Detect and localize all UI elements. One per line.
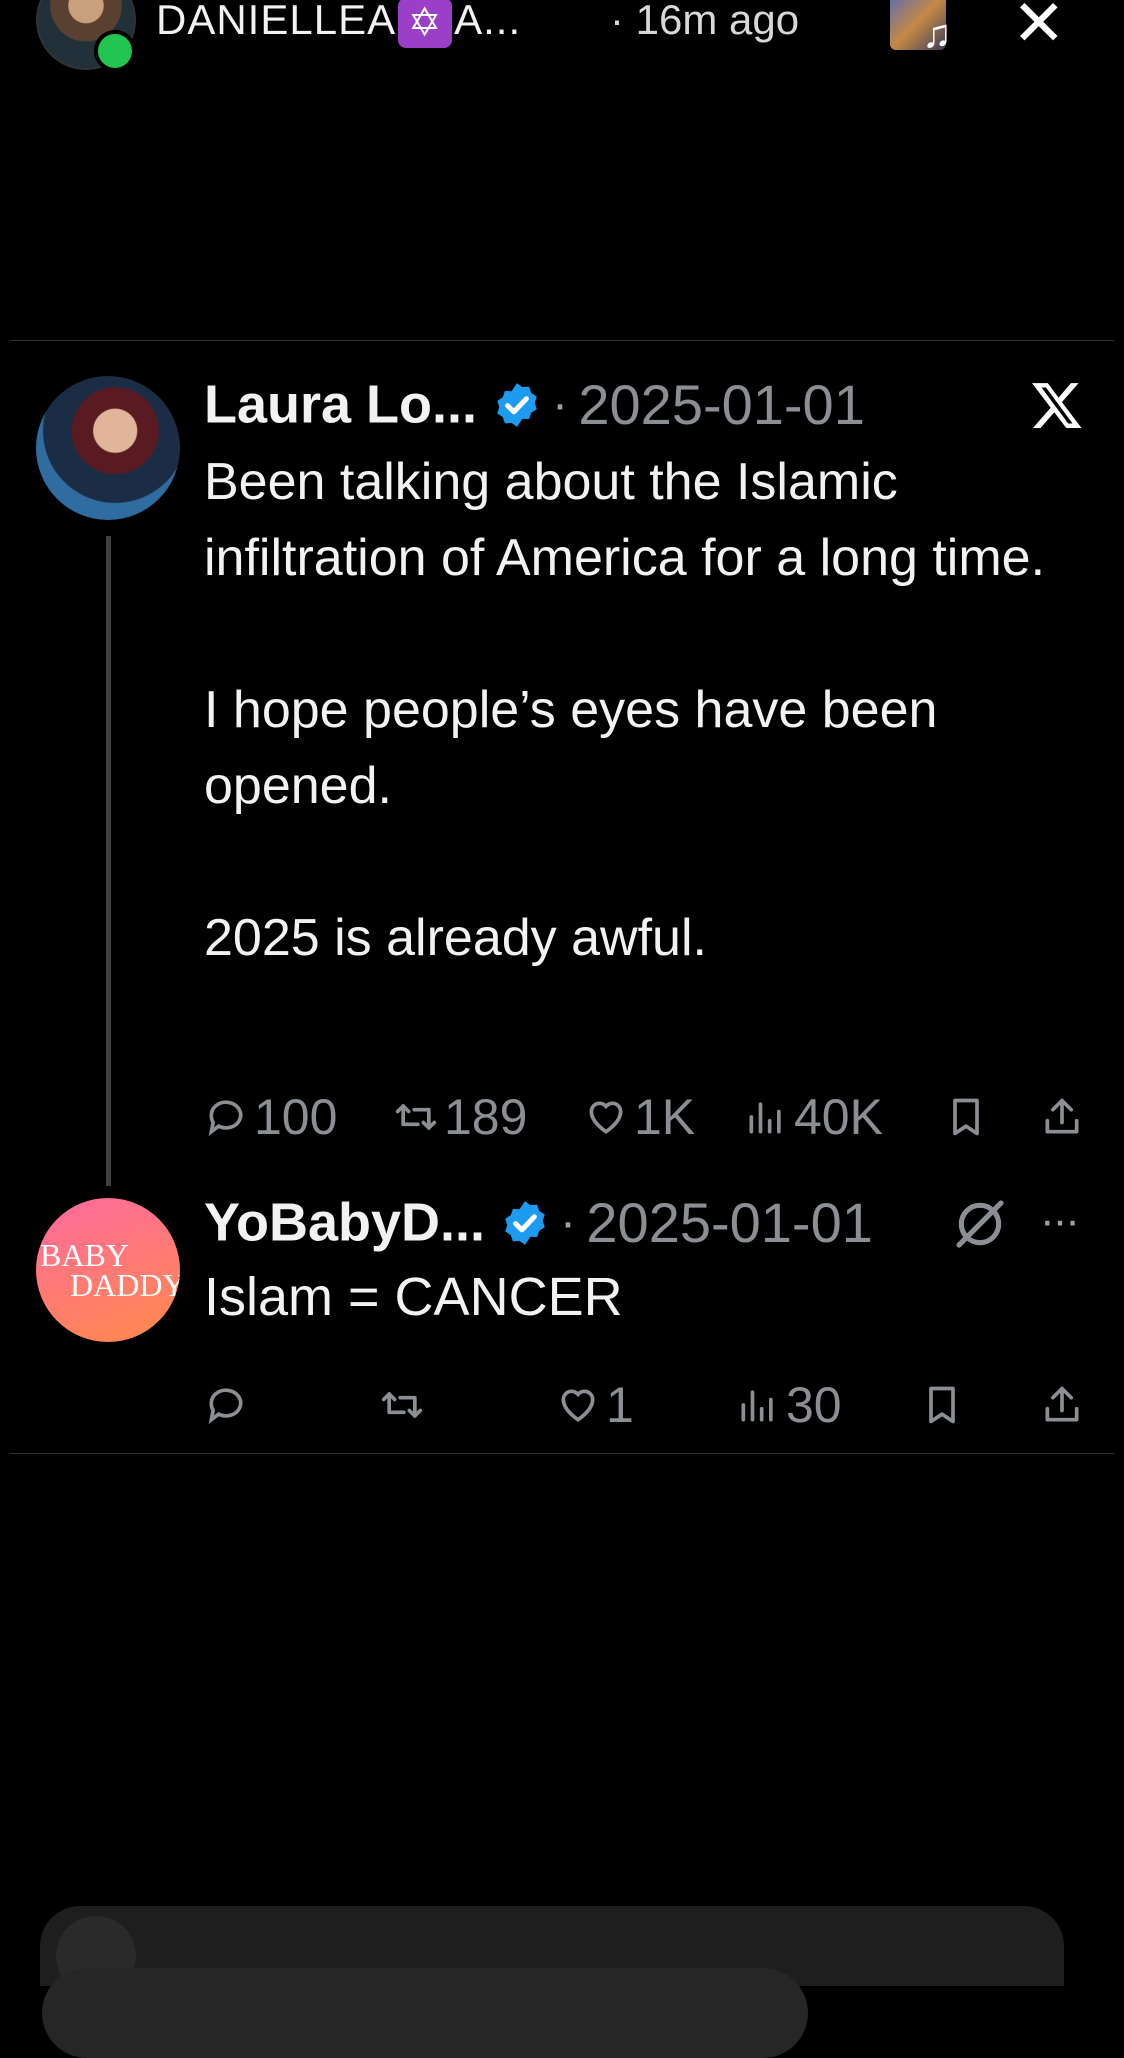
story-reply-bar[interactable] xyxy=(42,1968,808,2058)
verified-badge-icon xyxy=(504,1200,545,1245)
bookmark-icon xyxy=(929,1386,955,1424)
author-avatar[interactable] xyxy=(36,376,180,520)
star-of-david-icon: ✡ xyxy=(398,0,453,48)
reply-actions: 1 30 xyxy=(204,1370,1084,1440)
reply-author-avatar[interactable]: BABY DADDY xyxy=(36,1198,180,1342)
views-chart-icon xyxy=(749,1102,781,1134)
repost-icon xyxy=(381,1392,423,1418)
thread-line xyxy=(106,536,111,1186)
close-story-button[interactable]: ✕ xyxy=(1012,0,1066,61)
tweet-header: Laura Lo... · 2025-01-01 xyxy=(204,372,865,442)
separator-dot: · xyxy=(559,1196,576,1249)
baby-daddy-logo: BABY DADDY xyxy=(40,1237,180,1303)
author-name[interactable]: Laura Lo... xyxy=(204,375,477,435)
reply-author-name[interactable]: YoBabyD... xyxy=(204,1193,485,1253)
reply-button[interactable] xyxy=(204,1370,254,1440)
bookmark-button[interactable] xyxy=(920,1370,970,1440)
username-suffix: A... xyxy=(454,0,522,43)
verified-badge-icon xyxy=(496,382,537,427)
repost-button[interactable] xyxy=(380,1370,430,1440)
tweet-text-line: I hope people’s eyes have been opened. xyxy=(204,681,938,815)
separator-dot: · xyxy=(551,378,568,431)
share-icon xyxy=(1045,1098,1079,1134)
like-button[interactable]: 1K xyxy=(584,1082,695,1152)
reply-count: 100 xyxy=(254,1089,338,1145)
reply-icon xyxy=(208,1100,243,1137)
story-header: DANIELLEA ✡ A... · 16m ago ♫ ✕ xyxy=(0,0,1124,90)
more-options-icon[interactable]: ··· xyxy=(1040,1196,1080,1246)
repost-icon xyxy=(395,1104,437,1130)
online-status-dot xyxy=(94,30,136,72)
repost-count: 189 xyxy=(444,1089,528,1145)
views-button[interactable]: 40K xyxy=(744,1082,883,1152)
grok-icon[interactable] xyxy=(952,1196,1008,1252)
x-logo-icon[interactable] xyxy=(1030,378,1084,432)
like-count: 1 xyxy=(606,1377,634,1433)
views-button[interactable]: 30 xyxy=(736,1370,842,1440)
music-note-icon: ♫ xyxy=(922,12,952,56)
share-button[interactable] xyxy=(1040,1082,1090,1152)
like-button[interactable]: 1 xyxy=(556,1370,634,1440)
heart-icon xyxy=(561,1389,595,1422)
views-chart-icon xyxy=(741,1390,773,1422)
reply-icon xyxy=(208,1388,243,1425)
share-button[interactable] xyxy=(1040,1370,1090,1440)
like-count: 1K xyxy=(634,1089,696,1145)
username-prefix: DANIELLEA xyxy=(156,0,397,43)
heart-icon xyxy=(589,1101,623,1134)
tweet-actions: 100 189 1K 40K xyxy=(204,1082,1084,1152)
share-icon xyxy=(1045,1386,1079,1422)
views-count: 40K xyxy=(794,1089,883,1145)
bookmark-icon xyxy=(953,1098,979,1136)
bookmark-button[interactable] xyxy=(944,1082,994,1152)
story-timestamp: · 16m ago xyxy=(610,0,800,43)
tweet-text-line: Been talking about the Islamic infiltrat… xyxy=(204,453,1046,587)
tweet-body: Been talking about the Islamic infiltrat… xyxy=(204,444,1064,976)
reply-button[interactable]: 100 xyxy=(204,1082,337,1152)
story-username[interactable]: DANIELLEA ✡ A... xyxy=(156,0,521,48)
repost-button[interactable]: 189 xyxy=(394,1082,527,1152)
reply-header: YoBabyD... · 2025-01-01 xyxy=(204,1190,873,1260)
tweet-date: 2025-01-01 xyxy=(578,373,865,436)
views-count: 30 xyxy=(786,1377,842,1433)
tweet-text-line: 2025 is already awful. xyxy=(204,909,707,967)
reply-date: 2025-01-01 xyxy=(586,1191,873,1254)
reply-body: Islam = CANCER xyxy=(204,1267,623,1327)
